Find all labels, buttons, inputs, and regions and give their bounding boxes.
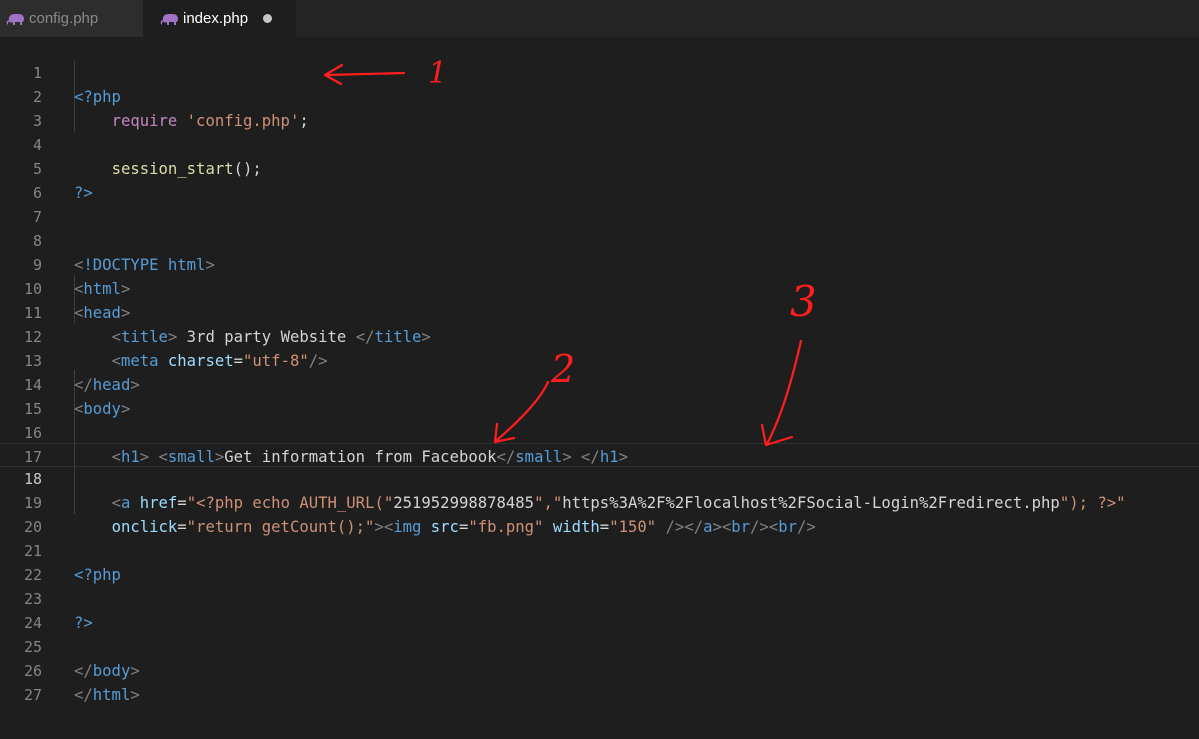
tab-index-php[interactable]: index.php — [143, 0, 296, 37]
code-token: > — [130, 686, 140, 704]
code-line[interactable]: 8 <!DOCTYPE html> — [0, 205, 1199, 274]
tab-label: index.php — [183, 10, 249, 27]
tab-config-php[interactable]: config.php — [0, 0, 143, 37]
tab-bar: config.php index.php — [0, 0, 1199, 37]
code-editor: config.php index.php 1 <?php 2 require '… — [0, 0, 1199, 739]
code-line[interactable]: 20 — [0, 491, 1199, 536]
code-line[interactable]: 25 </body> — [0, 611, 1199, 680]
code-token: html — [92, 686, 131, 704]
code-line[interactable]: 3 — [0, 85, 1199, 130]
code-line-current[interactable]: 18 <a href="<?php echo AUTH_URL("2519529… — [0, 443, 1199, 512]
code-line[interactable]: 16 <h1> <small>Get information from Face… — [0, 397, 1199, 466]
php-elephant-icon — [160, 12, 180, 26]
code-line[interactable]: 7 — [0, 181, 1199, 226]
code-line[interactable]: 23 ?> — [0, 563, 1199, 632]
code-line[interactable]: 21 <?php — [0, 515, 1199, 584]
code-line[interactable]: 5 ?> — [0, 133, 1199, 202]
code-area[interactable]: 1 <?php 2 require 'config.php'; 3 4 sess… — [0, 37, 1199, 739]
code-line[interactable]: 9 <html> — [0, 229, 1199, 298]
code-line[interactable]: 15 — [0, 373, 1199, 418]
line-number: 27 — [23, 686, 42, 704]
code-line[interactable]: 24 — [0, 587, 1199, 632]
code-line[interactable]: 17 — [0, 421, 1199, 466]
code-line[interactable]: 22 — [0, 539, 1199, 584]
code-token: </ — [74, 686, 93, 704]
code-line[interactable]: 14 <body> — [0, 349, 1199, 418]
code-line[interactable]: 10 <head> — [0, 253, 1199, 322]
code-line[interactable]: 11 <title> 3rd party Website </title> — [0, 277, 1199, 346]
code-line[interactable]: 2 require 'config.php'; — [0, 61, 1199, 130]
code-line[interactable]: 19 onclick="return getCount();"><img src… — [0, 467, 1199, 536]
php-elephant-icon — [6, 12, 26, 26]
tab-label: config.php — [29, 10, 99, 27]
unsaved-changes-dot-icon[interactable] — [263, 14, 273, 23]
code-line[interactable]: 1 <?php — [0, 37, 1199, 106]
code-line[interactable]: 4 session_start(); — [0, 109, 1199, 178]
code-line[interactable]: 26 </html> — [0, 635, 1199, 704]
code-line[interactable]: 13 </head> — [0, 325, 1199, 394]
code-line[interactable]: 6 — [0, 157, 1199, 202]
line-code: </html> — [74, 683, 140, 707]
code-line[interactable]: 12 <meta charset="utf-8"/> — [0, 301, 1199, 370]
code-line[interactable]: 27 — [0, 659, 1199, 704]
